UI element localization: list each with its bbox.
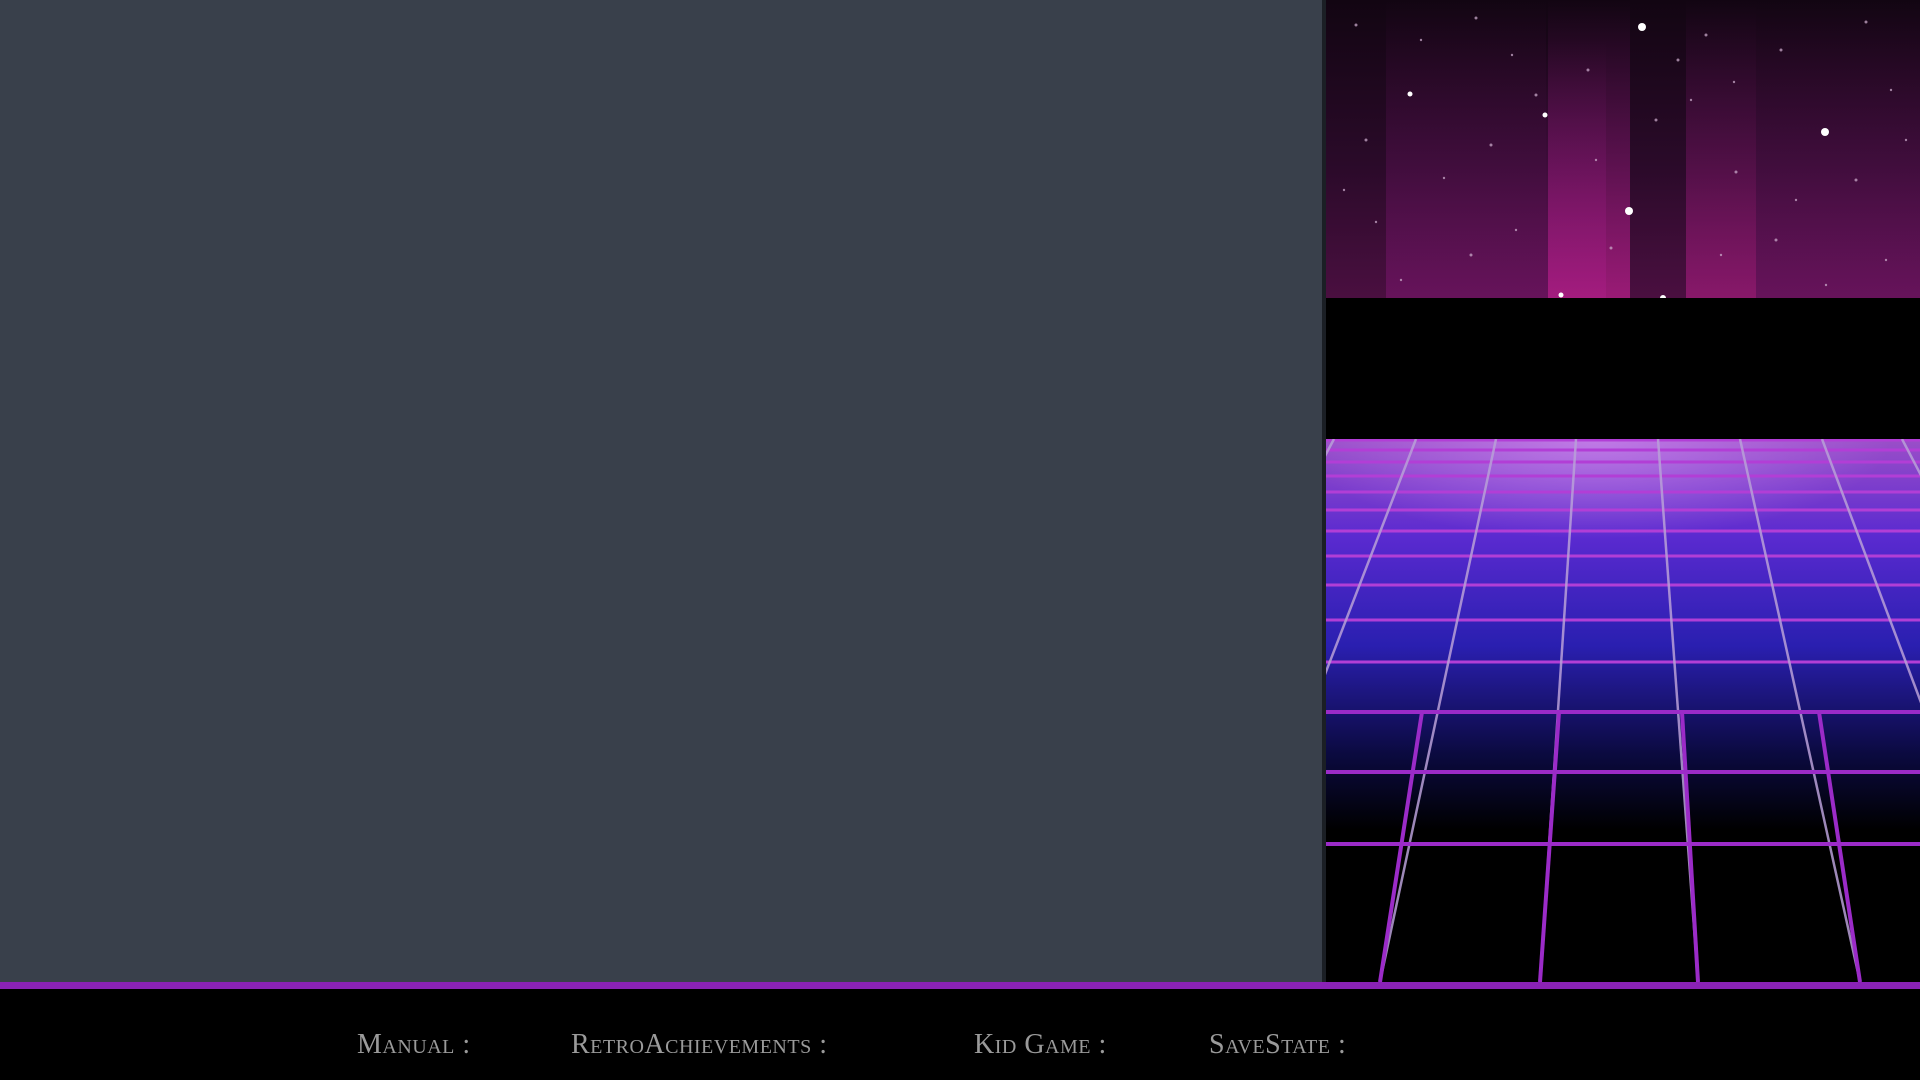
manual-hint[interactable]: Manual : <box>357 1028 471 1062</box>
retroachievements-hint[interactable]: RetroAchievements : <box>571 1028 828 1062</box>
game-info-panel <box>0 0 1322 982</box>
game-artwork-panel <box>1326 0 1920 982</box>
horizon-gap <box>1326 298 1920 439</box>
starfield-icon <box>1326 0 1920 298</box>
synthwave-grid-icon <box>1326 439 1920 982</box>
footer-accent-line <box>0 982 1920 989</box>
game-details-screen: Manual : RetroAchievements : Kid Game : … <box>0 0 1920 1080</box>
kid-game-hint[interactable]: Kid Game : <box>974 1028 1107 1062</box>
savestate-hint[interactable]: SaveState : <box>1209 1028 1346 1062</box>
help-bar <box>0 989 1920 1080</box>
